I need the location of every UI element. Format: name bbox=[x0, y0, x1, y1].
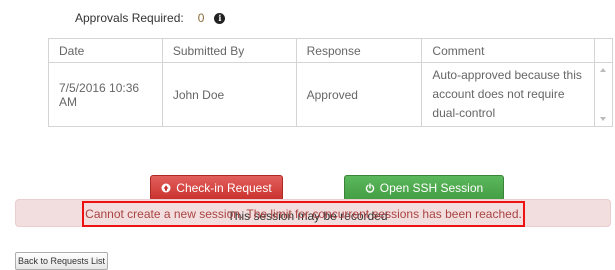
header-comment[interactable]: Comment bbox=[421, 38, 596, 63]
open-ssh-session-button[interactable]: Open SSH Session bbox=[344, 175, 504, 201]
circle-arrow-icon bbox=[161, 183, 171, 193]
approvals-required: Approvals Required: 0 i bbox=[75, 9, 226, 27]
approvals-label: Approvals Required: bbox=[75, 11, 184, 25]
cell-date: 7/5/2016 10:36 AM bbox=[48, 62, 163, 127]
approvals-value: 0 bbox=[197, 11, 205, 25]
cell-comment: Auto-approved because this account does … bbox=[421, 62, 596, 127]
cell-response: Approved bbox=[295, 62, 423, 127]
checkin-label: Check-in Request bbox=[176, 181, 272, 195]
ssh-label: Open SSH Session bbox=[379, 181, 484, 195]
comment-text: Auto-approved because this account does … bbox=[432, 68, 582, 120]
alert-message: Cannot create a new session. The limit f… bbox=[82, 201, 525, 227]
header-submitted-by[interactable]: Submitted By bbox=[161, 38, 297, 63]
back-to-requests-button[interactable]: Back to Requests List bbox=[15, 252, 108, 270]
header-date[interactable]: Date bbox=[48, 38, 163, 63]
comment-scrollbar[interactable] bbox=[594, 62, 613, 127]
header-response[interactable]: Response bbox=[295, 38, 423, 63]
cell-submitted-by: John Doe bbox=[161, 62, 297, 127]
scroll-up-arrow-icon[interactable] bbox=[600, 68, 607, 72]
table-row: 7/5/2016 10:36 AM John Doe Approved Auto… bbox=[48, 62, 613, 127]
checkin-request-button[interactable]: Check-in Request bbox=[150, 175, 283, 201]
scroll-down-arrow-icon[interactable] bbox=[600, 117, 607, 121]
responses-table: Date Submitted By Response Comment 7/5/2… bbox=[48, 38, 613, 127]
table-header-row: Date Submitted By Response Comment bbox=[48, 38, 613, 63]
info-icon[interactable]: i bbox=[214, 12, 226, 24]
header-spacer bbox=[594, 38, 613, 63]
power-icon bbox=[365, 183, 375, 193]
